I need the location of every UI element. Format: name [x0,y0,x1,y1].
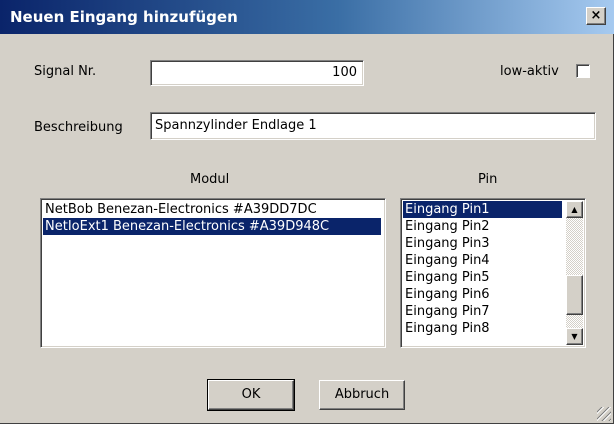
scroll-thumb[interactable] [566,275,583,315]
dialog-title: Neuen Eingang hinzufügen [10,8,238,26]
resize-grip-icon[interactable] [597,407,611,421]
modul-header: Modul [190,172,230,187]
cancel-button[interactable]: Abbruch [319,380,405,410]
add-input-dialog: Neuen Eingang hinzufügen × Signal Nr. 10… [0,0,614,424]
close-icon: × [590,8,602,23]
description-value: Spannzylinder Endlage 1 [155,118,317,133]
list-item[interactable]: Eingang Pin3 [403,235,562,252]
pin-listbox[interactable]: Eingang Pin1 Eingang Pin2 Eingang Pin3 Eing… [400,198,586,348]
modul-listbox[interactable]: NetBob Benezan-Electronics #A39DD7DC NetI… [40,198,386,348]
pin-scrollbar[interactable]: ▲ ▼ [566,201,583,345]
scroll-up-button[interactable]: ▲ [566,201,583,218]
signal-number-input[interactable]: 100 [150,60,364,86]
low-active-label: low-aktiv [500,64,559,79]
pin-header: Pin [478,172,498,187]
list-item[interactable]: NetBob Benezan-Electronics #A39DD7DC [43,201,381,218]
description-input[interactable]: Spannzylinder Endlage 1 [150,112,596,140]
scroll-up-icon: ▲ [571,205,578,214]
close-button[interactable]: × [586,7,606,25]
scroll-down-button[interactable]: ▼ [566,328,583,345]
low-active-checkbox[interactable] [576,64,590,78]
ok-button[interactable]: OK [207,379,295,411]
list-item[interactable]: Eingang Pin7 [403,303,562,320]
list-item[interactable]: Eingang Pin1 [403,201,562,218]
list-item[interactable]: Eingang Pin5 [403,269,562,286]
signal-number-value: 100 [332,65,357,80]
signal-number-label: Signal Nr. [34,64,97,79]
list-item[interactable]: Eingang Pin6 [403,286,562,303]
list-item[interactable]: Eingang Pin8 [403,320,562,337]
title-bar[interactable]: Neuen Eingang hinzufügen × [0,0,614,34]
list-item[interactable]: Eingang Pin4 [403,252,562,269]
description-label: Beschreibung [34,120,123,135]
list-item[interactable]: NetIoExt1 Benezan-Electronics #A39D948C [43,218,381,235]
list-item[interactable]: Eingang Pin2 [403,218,562,235]
scroll-down-icon: ▼ [571,332,578,341]
